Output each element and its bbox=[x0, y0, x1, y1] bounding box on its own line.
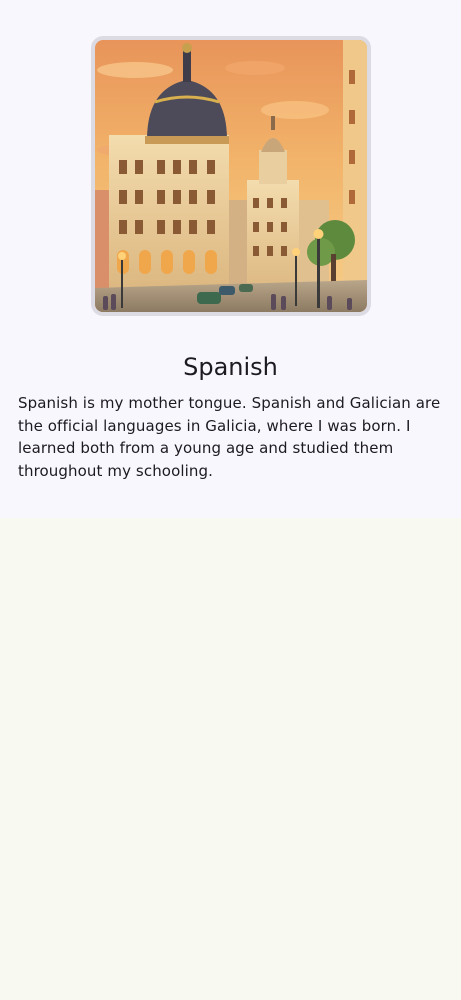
language-title: Spanish bbox=[183, 353, 278, 381]
city-street-illustration-icon bbox=[91, 36, 371, 316]
language-card: Spanish Spanish is my mother tongue. Spa… bbox=[0, 0, 461, 518]
city-illustration bbox=[95, 40, 367, 312]
language-description: Spanish is my mother tongue. Spanish and… bbox=[18, 394, 441, 480]
